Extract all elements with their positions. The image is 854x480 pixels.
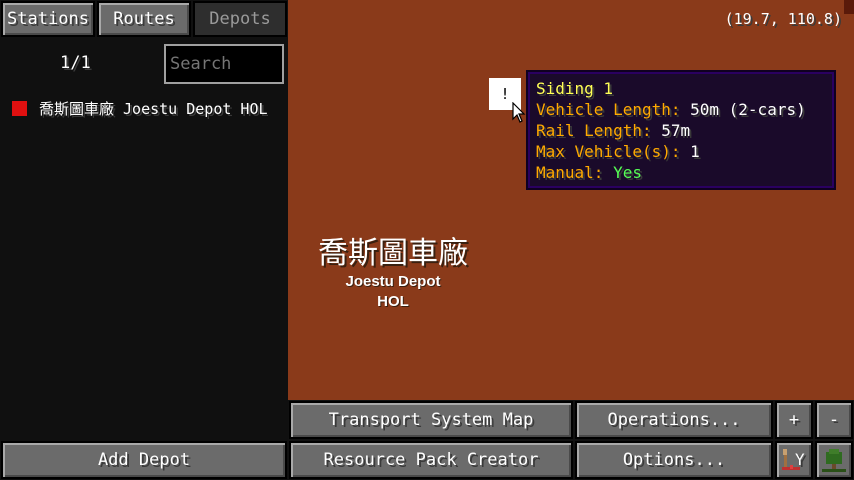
tooltip-vehicle-length-label: Vehicle Length: <box>536 100 691 119</box>
tooltip-rail-length-label: Rail Length: <box>536 121 662 140</box>
sidebar: Stations Routes Depots 1/1 喬斯圖車廠 Joestu … <box>0 0 288 480</box>
depot-name-zh: 喬斯圖車廠 <box>318 236 468 271</box>
depot-name-en: Joestu Depot <box>345 273 441 290</box>
add-depot-button[interactable]: Add Depot <box>1 441 287 479</box>
coordinates-readout: (19.7, 110.8) <box>724 10 842 28</box>
tooltip-vehicle-length-value: 50m (2-cars) <box>690 100 806 119</box>
tab-depots[interactable]: Depots <box>193 1 287 37</box>
zoom-in-button[interactable]: + <box>775 401 813 439</box>
mouse-cursor-icon <box>512 102 526 123</box>
list-item[interactable]: 喬斯圖車廠 Joestu Depot HOL <box>12 98 288 118</box>
rail-y-icon-button[interactable]: Y <box>775 441 813 479</box>
rail-y-label: Y <box>795 450 805 469</box>
tooltip-max-vehicles-label: Max Vehicle(s): <box>536 142 691 161</box>
tooltip-title: Siding 1 <box>536 79 614 98</box>
search-input[interactable] <box>164 44 284 84</box>
tooltip-max-vehicles-value: 1 <box>690 142 700 161</box>
tooltip-manual-value: Yes <box>613 163 642 182</box>
transport-system-map-button[interactable]: Transport System Map <box>289 401 573 439</box>
tooltip-rail-length-value: 57m <box>661 121 691 140</box>
resource-pack-creator-button[interactable]: Resource Pack Creator <box>289 441 573 479</box>
page-count: 1/1 <box>60 53 91 73</box>
tree-icon <box>822 449 846 472</box>
depot-map-label: 喬斯圖車廠 Joestu Depot HOL <box>288 228 498 312</box>
zoom-out-button[interactable]: - <box>815 401 853 439</box>
map-view[interactable]: (19.7, 110.8) 喬斯圖車廠 Joestu Depot HOL ! S… <box>288 0 854 400</box>
siding-tooltip: Siding 1 Vehicle Length: 50m (2-cars) Ra… <box>526 70 836 190</box>
corner-marker <box>844 0 854 14</box>
tab-routes[interactable]: Routes <box>97 1 191 37</box>
operations-button[interactable]: Operations... <box>575 401 773 439</box>
depot-list-label: 喬斯圖車廠 Joestu Depot HOL <box>39 99 268 118</box>
depot-code: HOL <box>377 293 409 310</box>
depot-color-swatch <box>12 100 27 116</box>
tab-stations[interactable]: Stations <box>1 1 95 37</box>
options-button[interactable]: Options... <box>575 441 773 479</box>
tooltip-manual-label: Manual: <box>536 163 614 182</box>
tree-icon-button[interactable] <box>815 441 853 479</box>
siding-marker-glyph: ! <box>500 85 510 103</box>
